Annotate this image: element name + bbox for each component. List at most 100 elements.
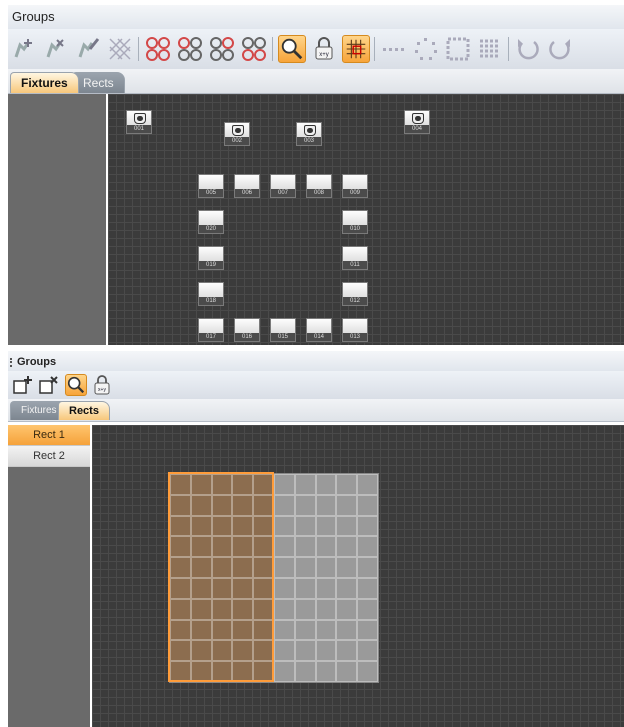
zoom-button[interactable]	[65, 374, 87, 396]
grid-cell[interactable]	[357, 640, 378, 662]
grid-cell[interactable]	[315, 474, 337, 495]
grid-cell[interactable]	[315, 640, 337, 662]
grid-cell[interactable]	[357, 557, 378, 578]
grid-cell[interactable]	[211, 515, 233, 537]
grid-cell[interactable]	[232, 598, 254, 620]
grid-cell[interactable]	[170, 577, 191, 599]
grid-cell[interactable]	[211, 557, 233, 578]
grid-cell[interactable]	[253, 494, 274, 516]
grid-cell[interactable]	[253, 661, 274, 682]
undo-icon[interactable]	[514, 35, 542, 63]
grid-cell[interactable]	[232, 474, 254, 495]
fixture-canvas[interactable]: 001 002 003 004 005 006 007 008 009 020 010 019 011 0…	[108, 94, 624, 345]
rect-list-item[interactable]: Rect 1	[8, 425, 90, 446]
redo-icon[interactable]	[546, 35, 574, 63]
fixture[interactable]: 001	[126, 110, 152, 134]
grid-cell[interactable]	[336, 640, 358, 662]
grid-cell[interactable]	[273, 515, 295, 537]
fixture[interactable]: 002	[224, 122, 250, 146]
grid-cell[interactable]	[294, 598, 316, 620]
grid-cell[interactable]	[315, 619, 337, 641]
rect-canvas[interactable]	[92, 425, 624, 727]
grid-cell[interactable]	[253, 536, 274, 558]
fixture[interactable]: 017	[198, 318, 224, 342]
rect-layout-icon[interactable]	[444, 35, 472, 63]
grid-cell[interactable]	[170, 557, 191, 578]
grid-cell[interactable]	[190, 640, 212, 662]
grid-cell[interactable]	[294, 640, 316, 662]
grid-cell[interactable]	[232, 640, 254, 662]
grid-cell[interactable]	[315, 515, 337, 537]
grid-cell[interactable]	[357, 474, 378, 495]
grid-cell[interactable]	[273, 661, 295, 682]
fixture[interactable]: 011	[342, 246, 368, 270]
grid-cell[interactable]	[273, 577, 295, 599]
grid-cell[interactable]	[315, 494, 337, 516]
grid-cell[interactable]	[315, 577, 337, 599]
fixture[interactable]: 008	[306, 174, 332, 198]
lock-xy-icon[interactable]: x+y	[91, 374, 113, 396]
rect-grid[interactable]	[169, 473, 379, 683]
grid-cell[interactable]	[357, 494, 378, 516]
grid-cell[interactable]	[357, 515, 378, 537]
grid-cell[interactable]	[336, 619, 358, 641]
grid-cell[interactable]	[211, 619, 233, 641]
grid-cell[interactable]	[232, 619, 254, 641]
grid-cell[interactable]	[253, 640, 274, 662]
fixture[interactable]: 010	[342, 210, 368, 234]
grid-cell[interactable]	[211, 598, 233, 620]
grid-cell[interactable]	[170, 515, 191, 537]
grid-cell[interactable]	[253, 515, 274, 537]
drag-grip-icon[interactable]	[10, 357, 14, 367]
grid-cell[interactable]	[336, 494, 358, 516]
grid-cell[interactable]	[211, 494, 233, 516]
grid-cell[interactable]	[336, 536, 358, 558]
snap-grid-button[interactable]	[342, 35, 370, 63]
grid-cell[interactable]	[190, 598, 212, 620]
grid-cell[interactable]	[273, 536, 295, 558]
grid-cell[interactable]	[190, 515, 212, 537]
grid-cell[interactable]	[273, 619, 295, 641]
grid-cell[interactable]	[315, 536, 337, 558]
grid-cell[interactable]	[294, 577, 316, 599]
tab-fixtures[interactable]: Fixtures	[10, 72, 79, 93]
grid-cell[interactable]	[253, 577, 274, 599]
remove-rect-icon[interactable]	[38, 374, 60, 396]
grid-cell[interactable]	[232, 577, 254, 599]
add-rect-icon[interactable]	[12, 374, 34, 396]
grid-cell[interactable]	[273, 598, 295, 620]
grid-cell[interactable]	[211, 536, 233, 558]
circle-group-4-icon[interactable]	[240, 35, 268, 63]
grid-cell[interactable]	[211, 577, 233, 599]
grid-cell[interactable]	[232, 536, 254, 558]
fixture[interactable]: 013	[342, 318, 368, 342]
fixture[interactable]: 007	[270, 174, 296, 198]
zoom-button[interactable]	[278, 35, 306, 63]
fixture[interactable]: 009	[342, 174, 368, 198]
grid-cell[interactable]	[294, 494, 316, 516]
grid-cell[interactable]	[253, 619, 274, 641]
grid-cell[interactable]	[357, 598, 378, 620]
edit-fixture-icon[interactable]	[74, 35, 102, 63]
grid-cell[interactable]	[273, 640, 295, 662]
grid-cell[interactable]	[315, 598, 337, 620]
circle-layout-icon[interactable]	[412, 35, 440, 63]
grid-cell[interactable]	[232, 661, 254, 682]
grid-cell[interactable]	[170, 536, 191, 558]
grid-cell[interactable]	[357, 536, 378, 558]
grid-cell[interactable]	[357, 619, 378, 641]
grid-cell[interactable]	[336, 598, 358, 620]
grid-cell[interactable]	[190, 494, 212, 516]
grid-cell[interactable]	[336, 557, 358, 578]
fixture[interactable]: 014	[306, 318, 332, 342]
fixture[interactable]: 018	[198, 282, 224, 306]
grid-cell[interactable]	[294, 474, 316, 495]
grid-cell[interactable]	[294, 515, 316, 537]
rect-list-item[interactable]: Rect 2	[8, 446, 90, 467]
lock-xy-icon[interactable]: x+y	[310, 35, 338, 63]
grid-cell[interactable]	[336, 577, 358, 599]
fixture[interactable]: 016	[234, 318, 260, 342]
grid-cell[interactable]	[357, 577, 378, 599]
circle-group-2-icon[interactable]	[176, 35, 204, 63]
line-layout-icon[interactable]	[380, 35, 408, 63]
